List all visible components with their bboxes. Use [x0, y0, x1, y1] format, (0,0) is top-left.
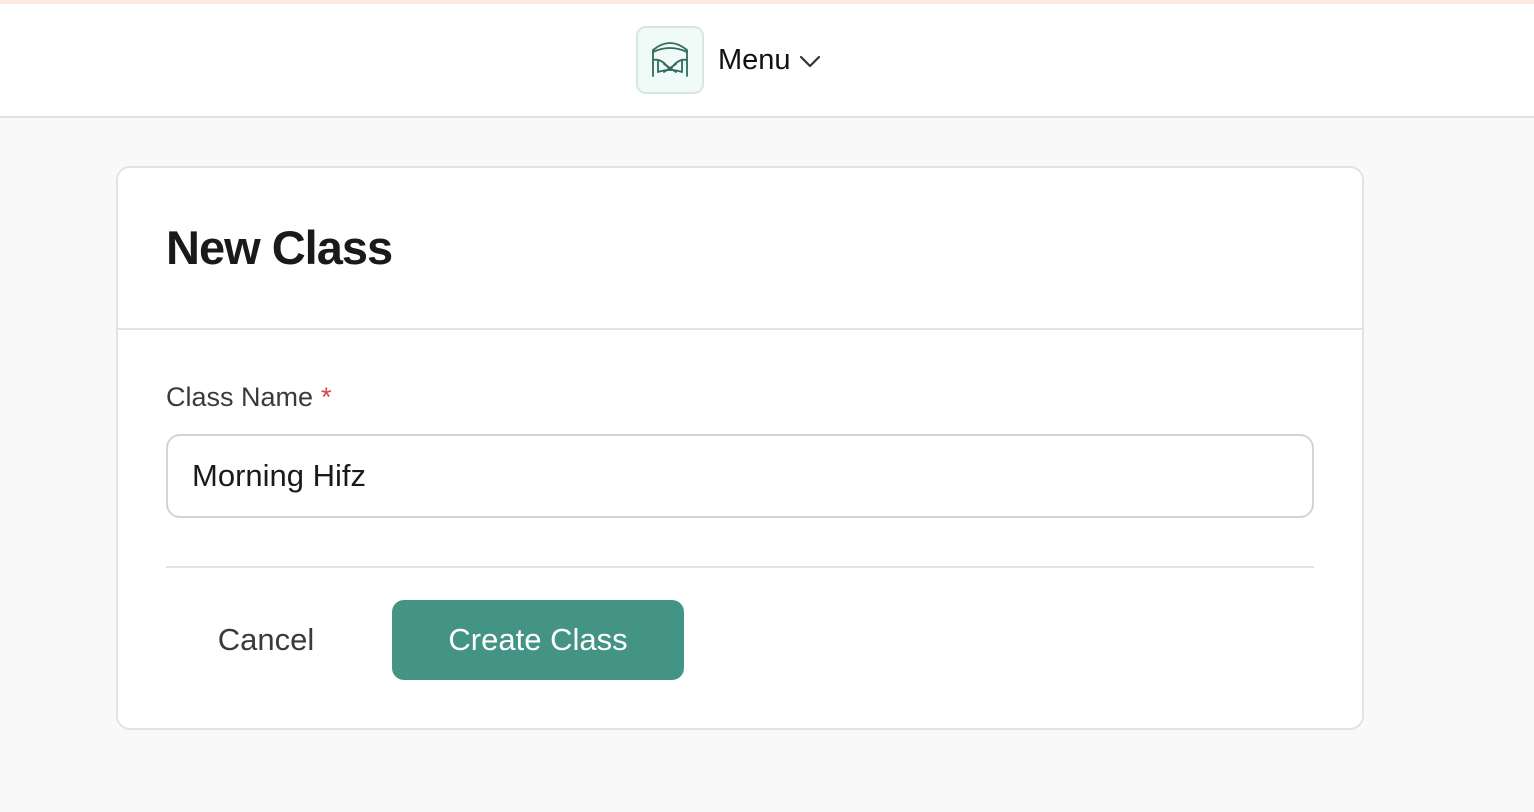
class-name-label-text: Class Name	[166, 382, 314, 412]
create-class-button[interactable]: Create Class	[392, 600, 684, 680]
page-title: New Class	[166, 221, 393, 274]
required-marker: *	[321, 382, 332, 412]
chevron-down-icon	[799, 55, 821, 69]
menu-dropdown-trigger[interactable]: Menu	[636, 26, 821, 94]
app-logo	[636, 26, 704, 94]
class-name-input[interactable]	[166, 434, 1314, 518]
new-class-card: New Class Class Name * Cancel Create Cla…	[116, 166, 1364, 730]
form-divider	[166, 566, 1314, 568]
class-name-label: Class Name *	[166, 382, 332, 413]
menu-label: Menu	[718, 43, 791, 76]
cancel-button[interactable]: Cancel	[166, 600, 366, 680]
card-header: New Class	[118, 168, 1362, 330]
app-header: Menu	[0, 4, 1534, 118]
book-arch-icon	[648, 36, 692, 85]
